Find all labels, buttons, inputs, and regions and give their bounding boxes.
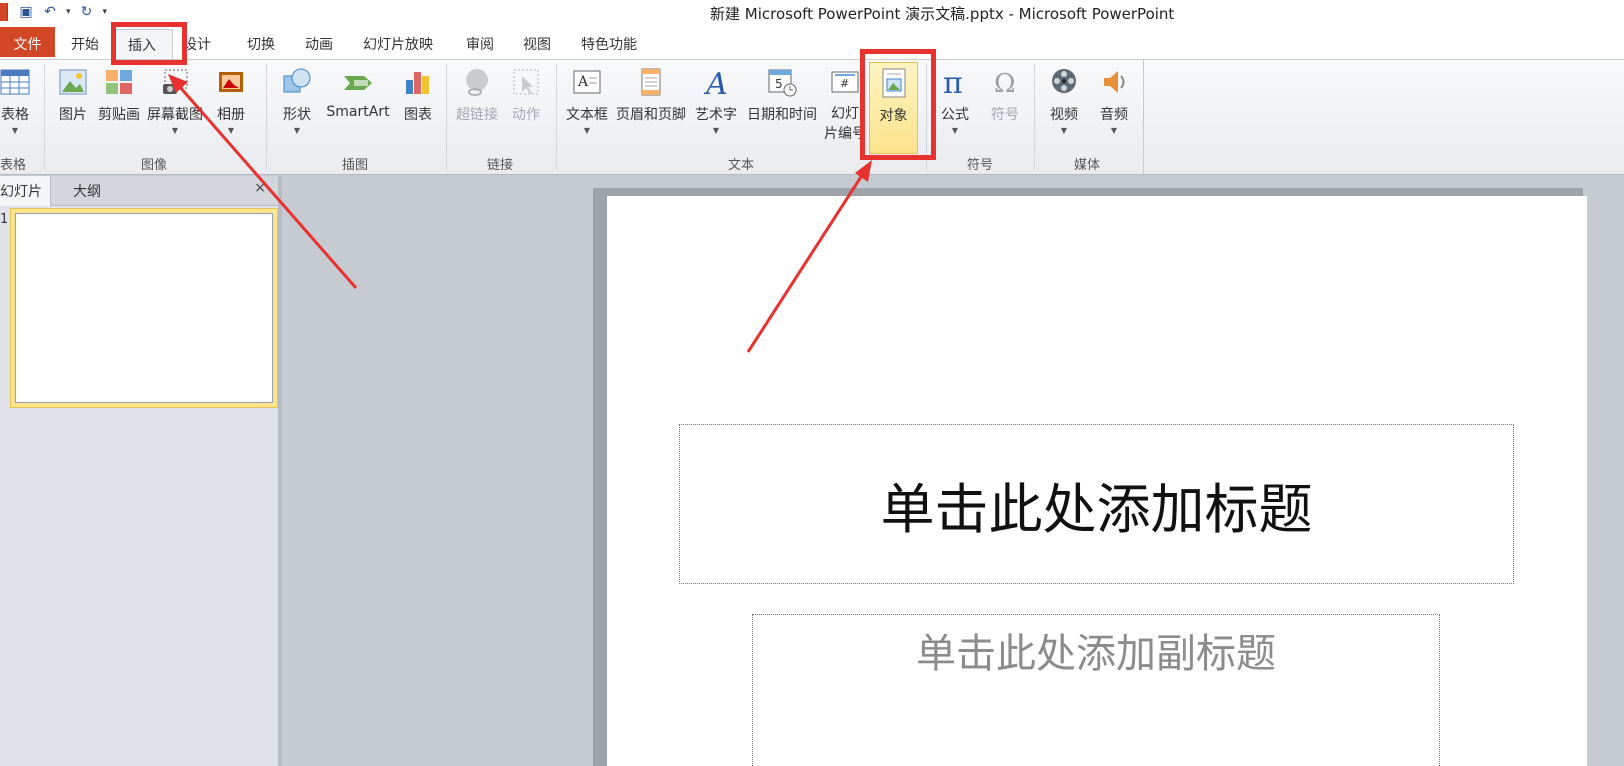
arrow-to-insert-tab bbox=[170, 77, 358, 289]
annotation-arrows bbox=[168, 74, 872, 353]
arrow-head-icon bbox=[168, 74, 188, 93]
arrow-to-object-button bbox=[746, 165, 870, 353]
arrow-head-icon bbox=[855, 160, 872, 182]
